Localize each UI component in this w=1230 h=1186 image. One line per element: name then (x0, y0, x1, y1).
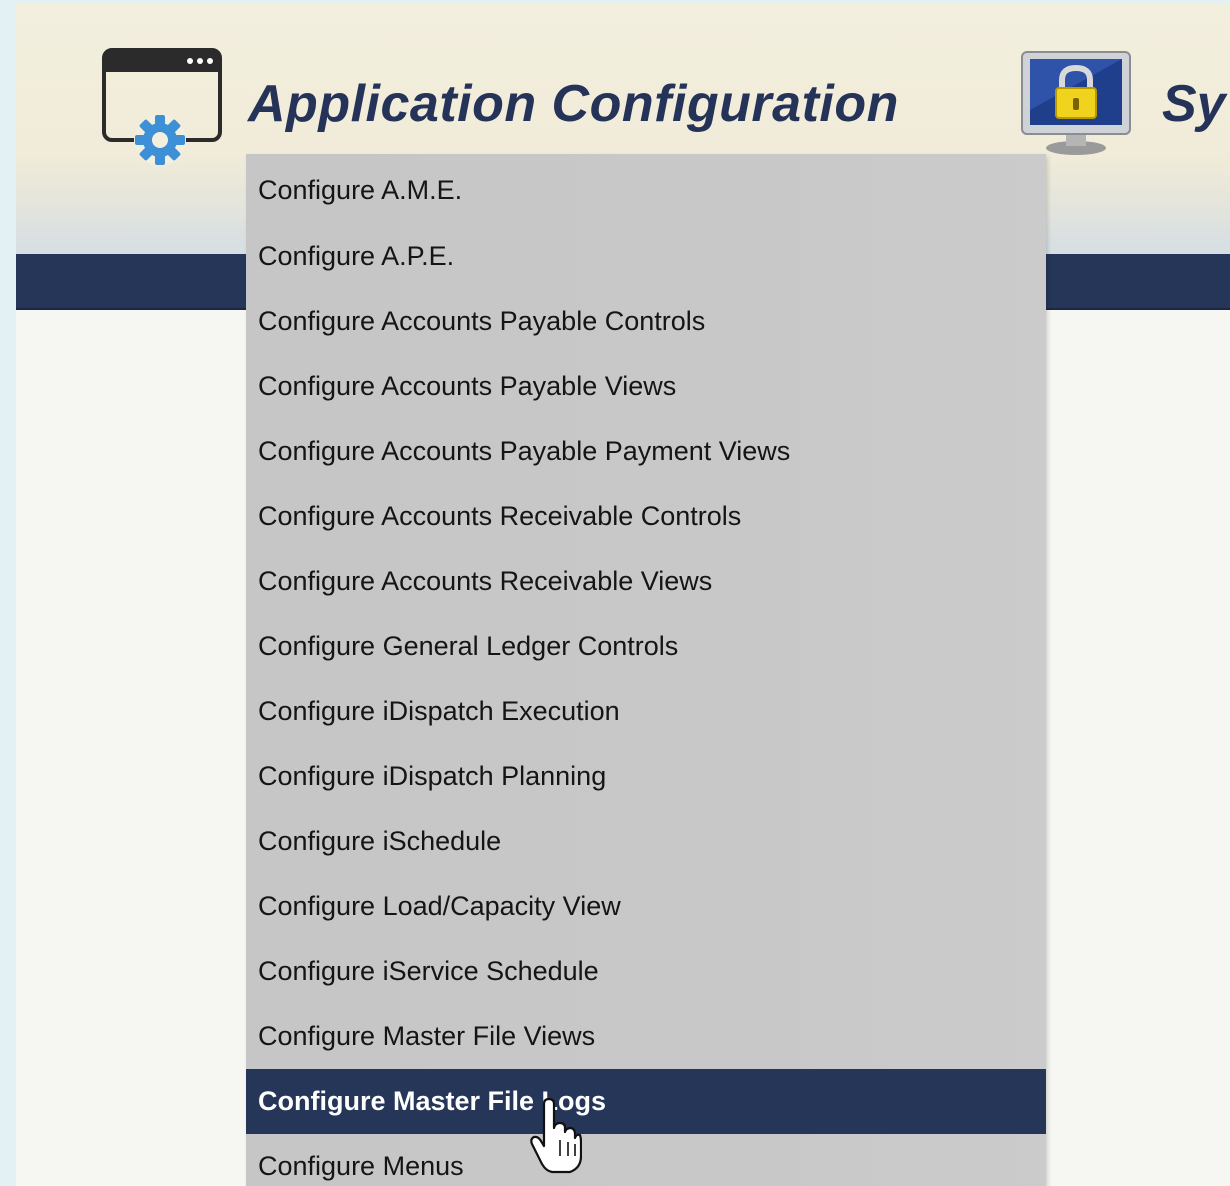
menu-item-configure-accounts-receivable-controls[interactable]: Configure Accounts Receivable Controls (246, 484, 1046, 549)
menu-item-configure-master-file-logs[interactable]: Configure Master File Logs (246, 1069, 1046, 1134)
menu-item-configure-master-file-views[interactable]: Configure Master File Views (246, 1004, 1046, 1069)
menu-item-configure-accounts-payable-controls[interactable]: Configure Accounts Payable Controls (246, 289, 1046, 354)
menu-item-configure-accounts-receivable-views[interactable]: Configure Accounts Receivable Views (246, 549, 1046, 614)
menu-item-configure-accounts-payable-views[interactable]: Configure Accounts Payable Views (246, 354, 1046, 419)
monitor-lock-icon[interactable] (1020, 50, 1132, 158)
page: Application Configuration Sy Configure A… (16, 4, 1230, 1186)
menu-item-configure-ischedule[interactable]: Configure iSchedule (246, 809, 1046, 874)
menu-item-configure-idispatch-planning[interactable]: Configure iDispatch Planning (246, 744, 1046, 809)
menu-item-configure-iservice-schedule[interactable]: Configure iService Schedule (246, 939, 1046, 1004)
application-configuration-dropdown-menu: Configure A.M.E. Configure A.P.E. Configur… (246, 154, 1046, 1186)
menu-item-configure-a-m-e[interactable]: Configure A.M.E. (246, 154, 1046, 224)
menu-item-configure-accounts-payable-payment-views[interactable]: Configure Accounts Payable Payment Views (246, 419, 1046, 484)
application-configuration-title[interactable]: Application Configuration (248, 74, 899, 134)
browser-window-gear-icon[interactable] (100, 44, 226, 168)
hand-pointer-icon (530, 1097, 583, 1174)
menu-item-configure-a-p-e[interactable]: Configure A.P.E. (246, 224, 1046, 289)
menu-item-configure-general-ledger-controls[interactable]: Configure General Ledger Controls (246, 614, 1046, 679)
menu-item-configure-menus[interactable]: Configure Menus (246, 1134, 1046, 1186)
menu-item-configure-load-capacity-view[interactable]: Configure Load/Capacity View (246, 874, 1046, 939)
menu-item-configure-idispatch-execution[interactable]: Configure iDispatch Execution (246, 679, 1046, 744)
system-title-partial[interactable]: Sy (1162, 74, 1226, 134)
